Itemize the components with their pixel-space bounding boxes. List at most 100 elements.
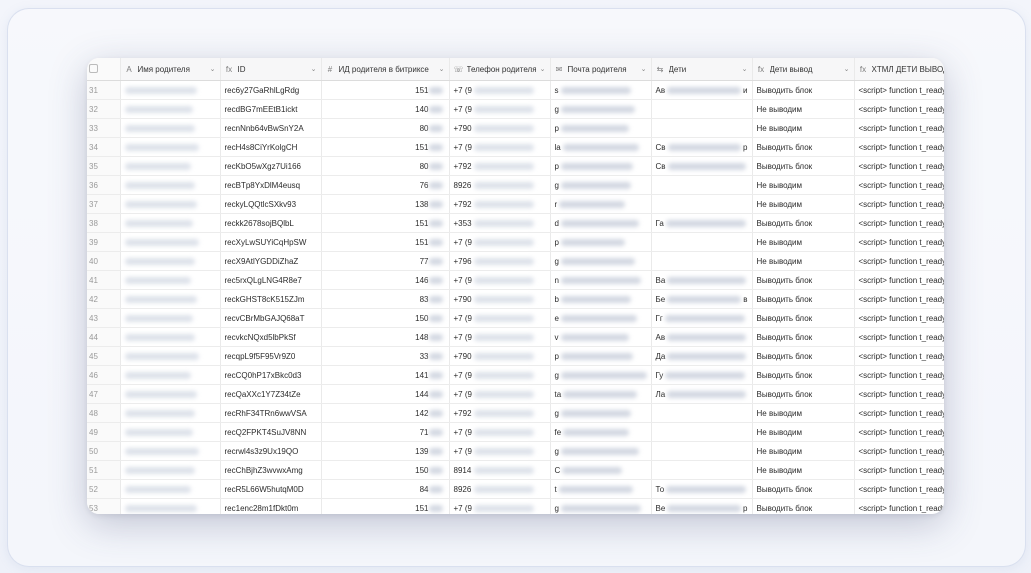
cell-bitrix-id[interactable]: 150 <box>321 460 450 480</box>
cell-id[interactable]: recKbO5wXgz7Ui166 <box>220 156 322 176</box>
column-header-id[interactable]: fx ID ⌄ <box>220 58 322 81</box>
cell-id[interactable]: rec1enc28m1fDkt0m <box>220 498 322 514</box>
cell-id[interactable]: recBTp8YxDlM4eusq <box>220 175 322 195</box>
column-header-email[interactable]: ✉ Почта родителя ⌄ <box>550 58 652 81</box>
cell-name[interactable] <box>120 232 221 252</box>
cell-email[interactable]: d <box>550 213 652 233</box>
cell-id[interactable]: recrwl4s3z9Ux19QO <box>220 441 322 461</box>
cell-email[interactable]: t <box>550 479 652 499</box>
cell-html-output[interactable]: <script> function t_ready, <box>854 346 944 366</box>
cell-html-output[interactable]: <script> function t_ready, <box>854 327 944 347</box>
cell-email[interactable]: fe <box>550 422 652 442</box>
cell-email[interactable]: e <box>550 308 652 328</box>
cell-html-output[interactable]: <script> function t_ready, <box>854 137 944 157</box>
table-row[interactable]: 36 recBTp8YxDlM4eusq 76 8926 g Не выводим <sc… <box>87 175 944 195</box>
cell-phone[interactable]: +7 (9 <box>449 422 551 442</box>
cell-name[interactable] <box>120 460 221 480</box>
cell-email[interactable]: g <box>550 251 652 271</box>
cell-id[interactable]: recQ2FPKT4SuJV8NN <box>220 422 322 442</box>
cell-kids-output[interactable]: Выводить блок <box>752 289 855 309</box>
table-row[interactable]: 39 recXyLwSUYiCqHpSW 151 +7 (9 p Не выводим <… <box>87 232 944 252</box>
cell-email[interactable]: p <box>550 346 652 366</box>
cell-kids[interactable] <box>651 441 753 461</box>
cell-id[interactable]: reckk2678sojBQlbL <box>220 213 322 233</box>
cell-html-output[interactable]: <script> function t_ready, <box>854 194 944 214</box>
cell-bitrix-id[interactable]: 71 <box>321 422 450 442</box>
cell-bitrix-id[interactable]: 139 <box>321 441 450 461</box>
cell-kids[interactable] <box>651 118 753 138</box>
cell-phone[interactable]: +7 (9 <box>449 327 551 347</box>
cell-phone[interactable]: +7 (9 <box>449 270 551 290</box>
cell-phone[interactable]: +790 <box>449 118 551 138</box>
cell-name[interactable] <box>120 99 221 119</box>
cell-html-output[interactable]: <script> function t_ready, <box>854 251 944 271</box>
cell-email[interactable]: p <box>550 232 652 252</box>
cell-html-output[interactable]: <script> function t_ready, <box>854 175 944 195</box>
cell-html-output[interactable]: <script> function t_ready, <box>854 289 944 309</box>
cell-email[interactable]: n <box>550 270 652 290</box>
cell-id[interactable]: recQaXXc1Y7Z34tZe <box>220 384 322 404</box>
table-row[interactable]: 45 recqpL9f5F95Vr9Z0 33 +790 p Да Выводить бл… <box>87 346 944 366</box>
cell-phone[interactable]: +7 (9 <box>449 232 551 252</box>
cell-id[interactable]: recvkcNQxd5lbPkSf <box>220 327 322 347</box>
cell-id[interactable]: rec6y27GaRhlLgRdg <box>220 80 322 100</box>
chevron-down-icon[interactable]: ⌄ <box>742 65 748 73</box>
cell-email[interactable]: p <box>550 156 652 176</box>
cell-bitrix-id[interactable]: 138 <box>321 194 450 214</box>
cell-email[interactable]: r <box>550 194 652 214</box>
cell-email[interactable]: C <box>550 460 652 480</box>
cell-kids-output[interactable]: Не выводим <box>752 460 855 480</box>
chevron-down-icon[interactable]: ⌄ <box>540 65 546 73</box>
cell-kids[interactable]: Ва <box>651 270 753 290</box>
column-header-name[interactable]: A Имя родителя ⌄ <box>120 58 221 81</box>
cell-bitrix-id[interactable]: 146 <box>321 270 450 290</box>
cell-id[interactable]: recqpL9f5F95Vr9Z0 <box>220 346 322 366</box>
table-row[interactable]: 51 recChBjhZ3wvwxAmg 150 8914 C Не выводим <s… <box>87 460 944 480</box>
cell-name[interactable] <box>120 384 221 404</box>
cell-id[interactable]: recH4s8CiYrKolgCH <box>220 137 322 157</box>
cell-kids-output[interactable]: Не выводим <box>752 251 855 271</box>
cell-name[interactable] <box>120 403 221 423</box>
cell-html-output[interactable]: <script> function t_ready, <box>854 80 944 100</box>
cell-id[interactable]: reckGHST8cK515ZJm <box>220 289 322 309</box>
column-header-kids_out[interactable]: fx Дети вывод ⌄ <box>752 58 855 81</box>
cell-phone[interactable]: +7 (9 <box>449 441 551 461</box>
cell-bitrix-id[interactable]: 151 <box>321 80 450 100</box>
cell-html-output[interactable]: <script> function t_ready, <box>854 403 944 423</box>
table-row[interactable]: 47 recQaXXc1Y7Z34tZe 144 +7 (9 ta Ла Выводить… <box>87 384 944 404</box>
cell-id[interactable]: recR5L66W5hutqM0D <box>220 479 322 499</box>
table-row[interactable]: 34 recH4s8CiYrKolgCH 151 +7 (9 la Св р Выводит… <box>87 137 944 157</box>
cell-bitrix-id[interactable]: 80 <box>321 118 450 138</box>
cell-id[interactable]: recX9AtlYGDDiZhaZ <box>220 251 322 271</box>
cell-kids[interactable] <box>651 99 753 119</box>
select-all-checkbox[interactable] <box>89 63 98 73</box>
cell-kids-output[interactable]: Выводить блок <box>752 479 855 499</box>
cell-bitrix-id[interactable]: 84 <box>321 479 450 499</box>
cell-email[interactable]: s <box>550 80 652 100</box>
cell-kids[interactable]: Ве р <box>651 498 753 514</box>
cell-bitrix-id[interactable]: 151 <box>321 498 450 514</box>
cell-phone[interactable]: +7 (9 <box>449 365 551 385</box>
cell-name[interactable] <box>120 251 221 271</box>
cell-bitrix-id[interactable]: 151 <box>321 137 450 157</box>
chevron-down-icon[interactable]: ⌄ <box>844 65 850 73</box>
cell-phone[interactable]: +7 (9 <box>449 99 551 119</box>
cell-phone[interactable]: +7 (9 <box>449 137 551 157</box>
cell-name[interactable] <box>120 80 221 100</box>
table-row[interactable]: 41 rec5rxQLgLNG4R8e7 146 +7 (9 n Ва Выводить … <box>87 270 944 290</box>
cell-kids[interactable]: Ла <box>651 384 753 404</box>
cell-html-output[interactable]: <script> function t_ready, <box>854 422 944 442</box>
cell-kids[interactable]: Ав и <box>651 80 753 100</box>
cell-html-output[interactable]: <script> function t_ready, <box>854 232 944 252</box>
cell-id[interactable]: reckyLQQtlcSXkv93 <box>220 194 322 214</box>
cell-kids-output[interactable]: Выводить блок <box>752 270 855 290</box>
cell-kids-output[interactable]: Выводить блок <box>752 384 855 404</box>
cell-bitrix-id[interactable]: 144 <box>321 384 450 404</box>
cell-id[interactable]: recnNnb64vBwSnY2A <box>220 118 322 138</box>
table-row[interactable]: 40 recX9AtlYGDDiZhaZ 77 +796 g Не выводим <sc… <box>87 251 944 271</box>
cell-email[interactable]: ta <box>550 384 652 404</box>
cell-html-output[interactable]: <script> function t_ready, <box>854 365 944 385</box>
table-row[interactable]: 33 recnNnb64vBwSnY2A 80 +790 p Не выводим <sc… <box>87 118 944 138</box>
cell-html-output[interactable]: <script> function t_ready, <box>854 156 944 176</box>
cell-name[interactable] <box>120 327 221 347</box>
